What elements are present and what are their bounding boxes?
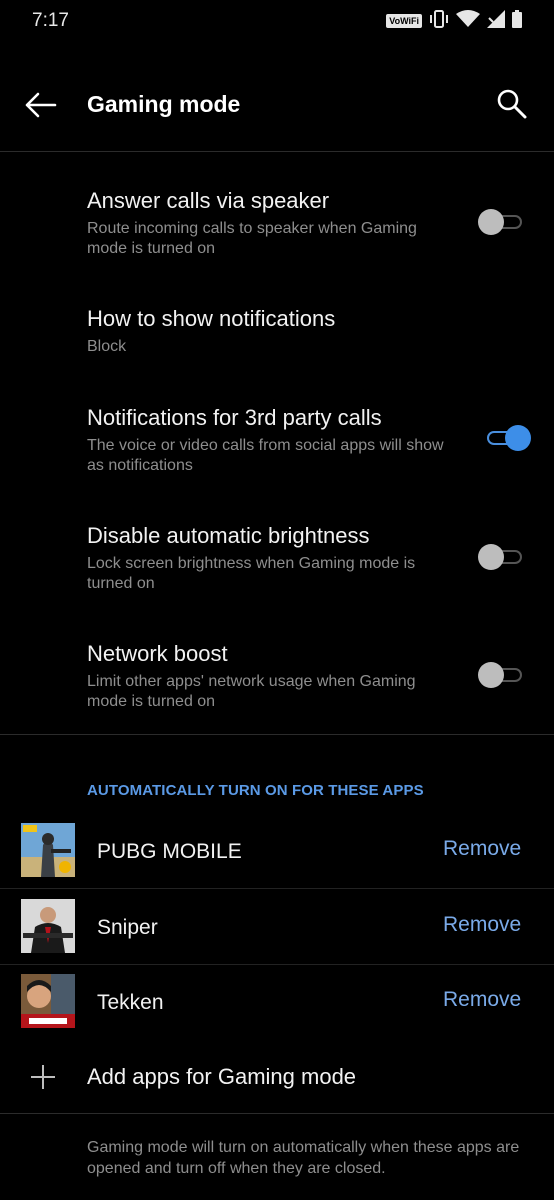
vibrate-icon: [429, 9, 449, 33]
add-apps-row[interactable]: Add apps for Gaming mode: [0, 1050, 554, 1110]
add-icon: [30, 1064, 56, 1090]
setting-title: Network boost: [87, 641, 228, 666]
app-row-sniper: Sniper Remove: [0, 889, 554, 964]
add-apps-label: Add apps for Gaming mode: [87, 1064, 357, 1089]
header-divider: [0, 151, 554, 152]
app-name: Tekken: [97, 991, 164, 1014]
page-title: Gaming mode: [87, 91, 241, 117]
pubg-app-icon: [21, 823, 75, 877]
app-row-pubg: PUBG MOBILE Remove: [0, 812, 554, 887]
setting-title: How to show notifications: [87, 306, 336, 331]
search-icon[interactable]: [495, 87, 529, 121]
battery-icon: [512, 9, 522, 33]
setting-subtitle: Limit other apps' network usage when Gam…: [87, 673, 416, 710]
wifi-icon: [456, 9, 480, 33]
third-party-calls-toggle[interactable]: [478, 425, 531, 451]
app-row-tekken: Tekken Remove: [0, 965, 554, 1040]
setting-auto-brightness[interactable]: Disable automatic brightness Lock screen…: [0, 523, 554, 603]
setting-title: Disable automatic brightness: [87, 523, 370, 548]
apps-section-header: AUTOMATICALLY TURN ON FOR THESE APPS: [87, 782, 424, 799]
status-time: 7:17: [32, 10, 69, 31]
auto-brightness-toggle[interactable]: [478, 544, 522, 570]
setting-subtitle: Lock screen brightness when Gaming mode …: [87, 555, 416, 592]
signal-icon: [487, 9, 505, 33]
app-bar: Gaming mode: [0, 60, 554, 150]
setting-title: Answer calls via speaker: [87, 188, 330, 213]
footer-note: Gaming mode will turn on automatically w…: [87, 1139, 520, 1177]
setting-third-party-calls[interactable]: Notifications for 3rd party calls The vo…: [0, 405, 554, 485]
app-name: PUBG MOBILE: [97, 840, 242, 863]
status-icons: VoWiFi: [386, 9, 522, 33]
tekken-app-icon: [21, 974, 75, 1028]
sniper-app-icon: [21, 899, 75, 953]
remove-button[interactable]: Remove: [443, 913, 521, 937]
footer-divider: [0, 1113, 554, 1114]
vowifi-badge: VoWiFi: [386, 14, 422, 28]
setting-subtitle: Block: [87, 338, 127, 355]
setting-subtitle: The voice or video calls from social app…: [87, 437, 444, 474]
answer-calls-toggle[interactable]: [478, 209, 522, 235]
network-boost-toggle[interactable]: [478, 662, 522, 688]
setting-network-boost[interactable]: Network boost Limit other apps' network …: [0, 641, 554, 721]
remove-button[interactable]: Remove: [443, 837, 521, 861]
status-bar: 7:17 VoWiFi: [0, 0, 554, 44]
setting-show-notifications[interactable]: How to show notifications Block: [0, 306, 554, 366]
app-name: Sniper: [97, 916, 158, 939]
setting-title: Notifications for 3rd party calls: [87, 405, 382, 430]
setting-subtitle: Route incoming calls to speaker when Gam…: [87, 220, 417, 257]
section-divider: [0, 734, 554, 735]
remove-button[interactable]: Remove: [443, 988, 521, 1012]
setting-answer-calls[interactable]: Answer calls via speaker Route incoming …: [0, 188, 554, 268]
back-arrow-icon[interactable]: [24, 90, 58, 120]
